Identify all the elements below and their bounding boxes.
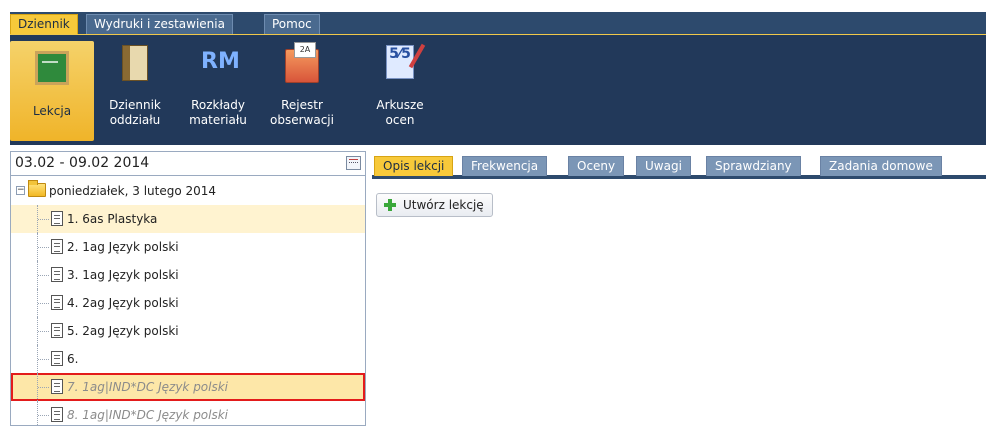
tree-connector [38, 275, 49, 276]
create-lesson-label: Utwórz lekcję [403, 198, 484, 212]
menu-tab-pomoc[interactable]: Pomoc [264, 14, 320, 34]
lesson-tree: − poniedziałek, 3 lutego 2014 1. 6as Pla… [11, 177, 365, 425]
document-icon [51, 239, 63, 254]
tab-oceny[interactable]: Oceny [568, 156, 625, 176]
rm-icon: RM [201, 49, 240, 74]
tree-root-day[interactable]: − poniedziałek, 3 lutego 2014 [11, 177, 365, 205]
tree-lesson-label: 7. 1ag|IND*DC Język polski [67, 380, 229, 394]
ribbon-button-lekcja[interactable]: Lekcja [10, 41, 94, 141]
tree-lesson-item[interactable]: 2. 1ag Język polski [11, 233, 365, 261]
chalkboard-icon [35, 51, 69, 85]
ribbon-toolbar: Lekcja Dziennik oddziału RM Rozkłady mat… [10, 34, 986, 145]
menu-bar: Dziennik Wydruki i zestawienia Pomoc [0, 0, 986, 34]
ribbon-label-arkusze-ocen: Arkusze ocen [376, 98, 424, 127]
content-tab-strip: Opis lekcji Frekwencja Oceny Uwagi Spraw… [372, 151, 986, 179]
tree-lesson-label: 1. 6as Plastyka [67, 212, 158, 226]
tree-lesson-label: 5. 2ag Język polski [67, 324, 179, 338]
lesson-detail-panel: Opis lekcji Frekwencja Oceny Uwagi Spraw… [372, 151, 986, 426]
document-icon [51, 407, 63, 422]
date-range-field[interactable]: 03.02 - 09.02 2014 [11, 152, 365, 176]
document-icon [51, 379, 63, 394]
tab-uwagi[interactable]: Uwagi [636, 156, 691, 176]
tree-connector [38, 219, 49, 220]
book-icon [122, 45, 148, 81]
date-range-value: 03.02 - 09.02 2014 [15, 155, 150, 171]
folder-register-icon [285, 42, 319, 83]
tree-lesson-item[interactable]: 3. 1ag Język polski [11, 261, 365, 289]
tree-lesson-item[interactable]: 4. 2ag Język polski [11, 289, 365, 317]
ribbon-button-dziennik-oddzialu[interactable]: Dziennik oddziału [100, 41, 170, 141]
tab-frekwencja[interactable]: Frekwencja [462, 156, 548, 176]
document-icon [51, 323, 63, 338]
tab-zadania-domowe[interactable]: Zadania domowe [820, 156, 942, 176]
tree-connector [38, 415, 49, 416]
document-icon [51, 267, 63, 282]
document-icon [51, 295, 63, 310]
tree-lesson-label: 6. [67, 352, 79, 366]
open-folder-icon [28, 180, 46, 197]
create-lesson-button[interactable]: Utwórz lekcję [376, 193, 493, 217]
calendar-icon[interactable] [346, 156, 361, 170]
grade-sheet-icon: 5⁄5 [386, 45, 414, 79]
ribbon-button-rozklady-materialu[interactable]: RM Rozkłady materiału [184, 41, 252, 141]
tree-lesson-label: 8. 1ag|IND*DC Język polski [67, 408, 229, 422]
tree-lesson-label: 4. 2ag Język polski [67, 296, 179, 310]
document-icon [51, 351, 63, 366]
tree-lesson-label: 3. 1ag Język polski [67, 268, 179, 282]
ribbon-label-rozklady-materialu: Rozkłady materiału [189, 98, 247, 127]
tree-connector [38, 359, 49, 360]
tree-root-label: poniedziałek, 3 lutego 2014 [49, 184, 217, 198]
tab-sprawdziany[interactable]: Sprawdziany [706, 156, 801, 176]
tree-connector [38, 331, 49, 332]
lesson-tree-panel: 03.02 - 09.02 2014 − poniedziałek, 3 lut… [10, 151, 366, 426]
ribbon-label-lekcja: Lekcja [32, 104, 72, 118]
tree-lesson-item[interactable]: 6. [11, 345, 365, 373]
ribbon-button-arkusze-ocen[interactable]: 5⁄5 Arkusze ocen [370, 41, 430, 141]
ribbon-button-rejestr-obserwacji[interactable]: Rejestr obserwacji [264, 41, 340, 141]
ribbon-label-rejestr-obserwacji: Rejestr obserwacji [270, 98, 334, 127]
menu-tab-dziennik[interactable]: Dziennik [10, 14, 78, 34]
tree-connector [38, 247, 49, 248]
tree-lesson-item[interactable]: 8. 1ag|IND*DC Język polski [11, 401, 365, 425]
tree-connector [38, 303, 49, 304]
tree-lesson-item[interactable]: 1. 6as Plastyka [11, 205, 365, 233]
ribbon-label-dziennik-oddzialu: Dziennik oddziału [109, 98, 161, 127]
collapse-icon[interactable]: − [16, 186, 25, 195]
menu-tab-wydruki[interactable]: Wydruki i zestawienia [86, 14, 233, 34]
document-icon [51, 211, 63, 226]
tree-connector [37, 401, 38, 425]
plus-icon [384, 199, 396, 211]
tab-opis-lekcji[interactable]: Opis lekcji [374, 156, 454, 176]
tree-lesson-label: 2. 1ag Język polski [67, 240, 179, 254]
tree-connector [38, 387, 49, 388]
tree-lesson-item[interactable]: 5. 2ag Język polski [11, 317, 365, 345]
tree-lesson-item-highlighted[interactable]: 7. 1ag|IND*DC Język polski [11, 373, 365, 401]
